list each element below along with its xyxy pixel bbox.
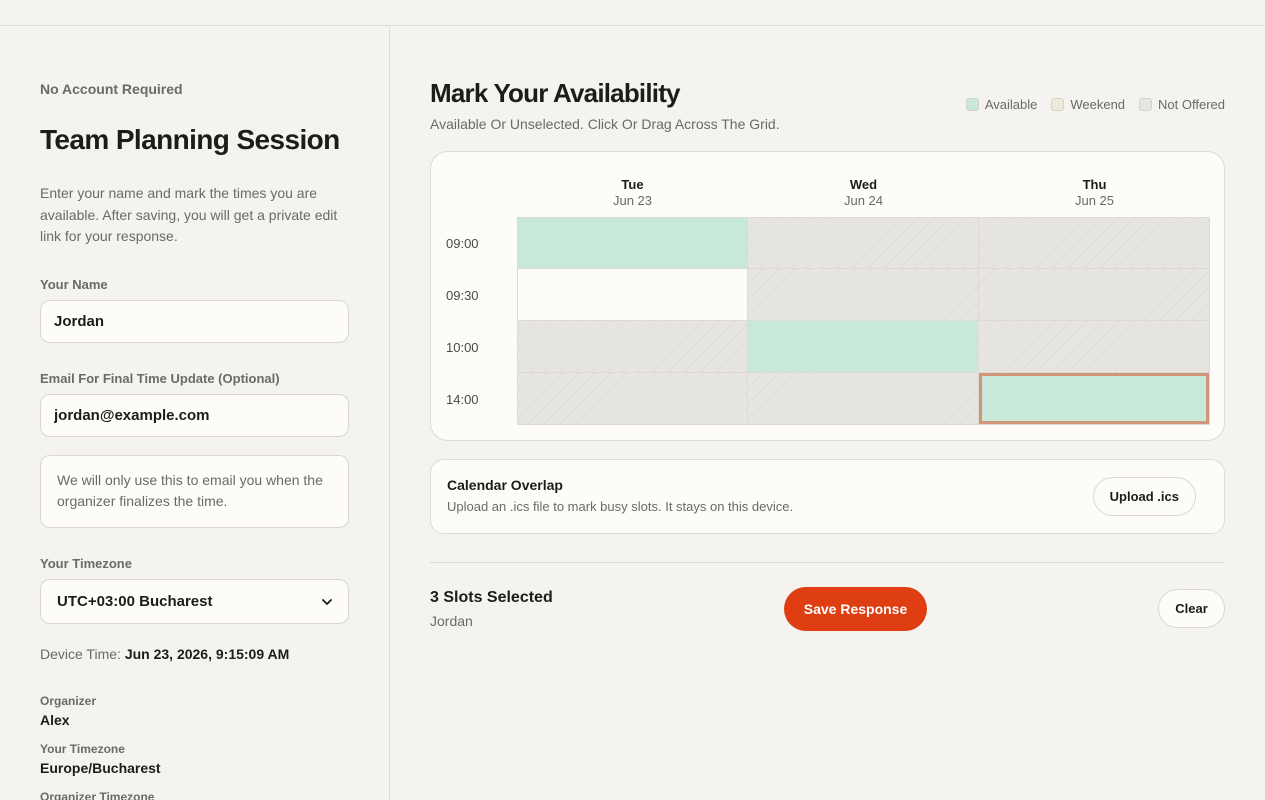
organizer-label: Organizer [40, 694, 97, 708]
day-header-tue: Tue Jun 23 [517, 177, 748, 208]
slot-cell-tue-0900[interactable] [517, 217, 748, 269]
email-note: We will only use this to email you when … [40, 455, 349, 528]
day-date: Jun 25 [1074, 193, 1115, 208]
overlay-description: Upload an .ics file to mark busy slots. … [447, 499, 794, 514]
slot-cell-tue-1400[interactable] [517, 373, 748, 425]
day-date: Jun 24 [843, 193, 884, 208]
day-name: Wed [849, 177, 878, 192]
legend-item-available: Available [965, 97, 1038, 112]
legend-item-weekend: Weekend [1051, 97, 1125, 112]
save-response-button[interactable]: Save Response [784, 587, 927, 631]
respondent-name: Jordan [430, 613, 473, 629]
slot-cell-wed-0930[interactable] [748, 269, 979, 321]
sidebar: No Account Required Team Planning Sessio… [0, 26, 390, 800]
legend-label: Weekend [1070, 97, 1126, 112]
top-bar [0, 0, 1265, 26]
email-input[interactable] [40, 394, 349, 437]
day-header-thu: Thu Jun 25 [979, 177, 1210, 208]
clear-button[interactable]: Clear [1158, 589, 1225, 628]
organizer-value: Alex [40, 712, 70, 728]
available-swatch [965, 98, 979, 111]
slot-cell-wed-1000[interactable] [748, 321, 979, 373]
name-label: Your Name [40, 277, 108, 292]
main-panel: Mark Your Availability Available Or Unse… [390, 26, 1265, 800]
time-label: 14:00 [446, 392, 479, 407]
email-label: Email For Final Time Update (Optional) [40, 371, 280, 386]
page-subtitle: Available Or Unselected. Click Or Drag A… [430, 116, 780, 132]
calendar-overlap-card: Calendar Overlap Upload an .ics file to … [430, 459, 1225, 534]
page-title: Mark Your Availability [430, 78, 681, 108]
organizer-timezone-label: Organizer Timezone [40, 790, 155, 800]
timezone-select[interactable]: UTC+03:00 Bucharest [40, 579, 349, 624]
device-time-label: Device Time: [40, 646, 121, 662]
selected-count: 3 Slots Selected [430, 589, 553, 606]
eyebrow-label: No Account Required [40, 81, 183, 97]
divider [430, 562, 1225, 563]
timezone-label: Your Timezone [40, 556, 132, 571]
legend-label: Not Offered [1158, 97, 1225, 112]
slot-cell-wed-1400[interactable] [748, 373, 979, 425]
slot-cell-wed-0900[interactable] [748, 217, 979, 269]
timezone-select-value: UTC+03:00 Bucharest [57, 593, 213, 610]
intro-text: Enter your name and mark the times you a… [40, 185, 338, 244]
chevron-down-icon [322, 598, 332, 605]
device-time: Device Time: Jun 23, 2026, 9:15:09 AM [40, 646, 289, 662]
overlay-title: Calendar Overlap [447, 477, 563, 493]
time-label: 09:00 [446, 236, 479, 251]
time-label: 10:00 [446, 340, 479, 355]
weekend-swatch [1051, 98, 1065, 111]
day-name: Thu [1082, 177, 1107, 192]
slot-cell-tue-0930[interactable] [517, 269, 748, 321]
event-title: Team Planning Session [40, 124, 340, 155]
upload-ics-button[interactable]: Upload .ics [1092, 477, 1196, 516]
name-input[interactable] [40, 300, 349, 343]
your-timezone-label: Your Timezone [40, 742, 125, 756]
legend: Available Weekend Not Offered [965, 97, 1225, 112]
your-timezone-value: Europe/Bucharest [40, 760, 161, 776]
slot-grid [517, 217, 1210, 425]
legend-label: Available [984, 97, 1038, 112]
slot-cell-thu-0930[interactable] [979, 269, 1210, 321]
day-name: Tue [621, 177, 644, 192]
time-label: 09:30 [446, 288, 479, 303]
slot-cell-thu-1400[interactable] [979, 373, 1210, 425]
day-header-wed: Wed Jun 24 [748, 177, 979, 208]
slot-cell-thu-1000[interactable] [979, 321, 1210, 373]
day-date: Jun 23 [612, 193, 653, 208]
device-time-value: Jun 23, 2026, 9:15:09 AM [124, 646, 290, 662]
legend-item-not-offered: Not Offered [1139, 97, 1225, 112]
slot-cell-tue-1000[interactable] [517, 321, 748, 373]
availability-grid: Tue Jun 23 Wed Jun 24 Thu Jun 25 09:00 0… [430, 151, 1225, 441]
slot-cell-thu-0900[interactable] [979, 217, 1210, 269]
not-offered-swatch [1139, 98, 1153, 111]
